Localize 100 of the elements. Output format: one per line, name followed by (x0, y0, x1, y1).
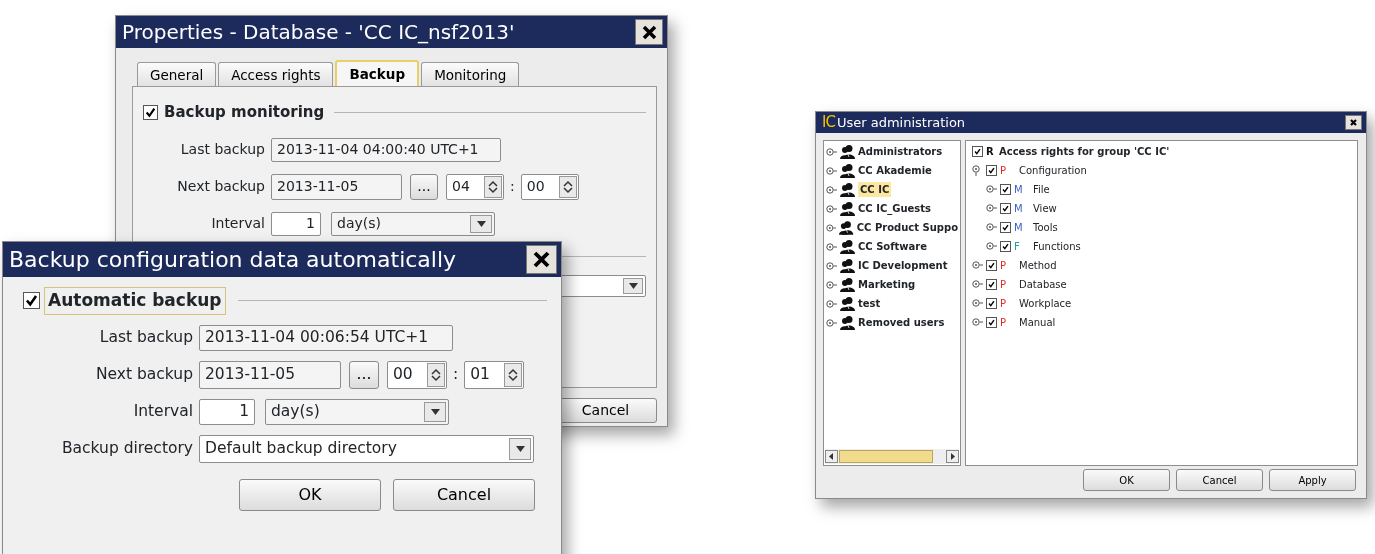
close-button[interactable] (1345, 115, 1362, 130)
people-icon (840, 201, 855, 216)
checkbox[interactable] (1000, 222, 1011, 233)
picker-button[interactable]: ... (349, 360, 379, 389)
tree-item[interactable]: Manual (1019, 315, 1056, 330)
dropdown-arrow-button[interactable] (509, 437, 531, 460)
tree-item[interactable]: Method (1019, 258, 1057, 273)
field-label: Last backup (179, 140, 265, 159)
field-label: Last backup (98, 326, 193, 348)
tree-item[interactable]: Functions (1033, 239, 1081, 254)
scroll-thumb[interactable] (839, 450, 933, 463)
time-value: 01 (470, 363, 490, 385)
checkbox[interactable] (23, 292, 40, 310)
close-icon (533, 251, 550, 268)
expander-icon (826, 260, 837, 271)
checkbox[interactable] (1000, 184, 1011, 195)
time-value: 00 (526, 177, 545, 196)
date-field[interactable]: 2013-11-05 (199, 360, 341, 389)
time-spinner[interactable]: 04 (446, 173, 504, 200)
checkbox[interactable] (986, 298, 997, 309)
dropdown-value: Default backup directory (205, 437, 397, 459)
type-letter: M (1014, 221, 1024, 235)
tree-item[interactable]: File (1033, 182, 1050, 197)
tree-item[interactable]: IC Development (858, 258, 948, 273)
type-letter: P (1000, 316, 1008, 330)
expander-icon (826, 279, 837, 290)
tree-item[interactable]: Access rights for group 'CC IC' (999, 144, 1170, 159)
close-button[interactable] (526, 245, 557, 274)
checkbox[interactable] (986, 165, 997, 176)
scrollbar[interactable] (825, 449, 959, 464)
expander-icon (826, 203, 837, 214)
checkbox[interactable] (986, 317, 997, 328)
tree-item[interactable]: Marketing (858, 277, 916, 292)
tree-item[interactable]: Removed users (858, 315, 945, 330)
text-field[interactable]: 2013-11-04 00:06:54 UTC+1 (199, 324, 453, 351)
checkbox-label[interactable]: Backup monitoring (162, 101, 331, 124)
spin-buttons[interactable] (558, 175, 577, 198)
expander-icon (826, 165, 837, 176)
time-spinner[interactable]: 00 (387, 360, 447, 389)
checkbox[interactable] (986, 279, 997, 290)
dropdown-arrow-button[interactable] (424, 401, 446, 422)
tree-item[interactable]: CC Software (858, 239, 928, 254)
expander-icon (826, 146, 837, 157)
people-icon (840, 277, 855, 292)
spin-buttons[interactable] (504, 362, 523, 387)
tree-item[interactable]: Configuration (1019, 163, 1087, 178)
number-field[interactable]: 1 (271, 211, 321, 236)
dropdown-field[interactable]: Default backup directory (199, 434, 534, 463)
tree-item[interactable]: Administrators (858, 144, 943, 159)
field-label: Next backup (94, 363, 193, 385)
tree-item[interactable]: CC IC (858, 182, 892, 197)
tree-item[interactable]: CC IC_Guests (858, 201, 931, 216)
dropdown-field[interactable]: day(s) (265, 398, 449, 425)
expander-icon (826, 222, 837, 233)
checkbox[interactable] (972, 146, 983, 157)
checkbox[interactable] (1000, 203, 1011, 214)
checkbox[interactable] (986, 260, 997, 271)
dropdown-arrow-button[interactable] (470, 214, 492, 233)
checkbox-label[interactable]: Automatic backup (44, 287, 226, 315)
checkbox[interactable] (143, 104, 158, 120)
tab[interactable]: Access rights (218, 62, 334, 86)
tab[interactable]: General (137, 62, 217, 86)
spin-buttons[interactable] (484, 175, 502, 198)
dropdown-arrow-button[interactable] (623, 277, 643, 294)
date-field[interactable]: 2013-11-05 (271, 173, 402, 200)
tree-item[interactable]: test (858, 296, 881, 311)
number-field[interactable]: 1 (199, 398, 255, 425)
dialog-button[interactable]: Cancel (1176, 469, 1263, 491)
up-down-icon (562, 179, 573, 194)
caret-icon (430, 408, 440, 415)
dialog-button[interactable]: OK (239, 478, 381, 511)
close-button[interactable] (635, 19, 663, 45)
type-letter: F (1014, 240, 1021, 254)
tab[interactable]: Monitoring (421, 62, 520, 86)
text-field[interactable]: 2013-11-04 04:00:40 UTC+1 (271, 137, 501, 162)
dialog-button[interactable]: OK (1083, 469, 1170, 491)
checkbox[interactable] (1000, 241, 1011, 252)
field-label: Backup directory (60, 437, 193, 459)
people-icon (840, 144, 855, 159)
time-spinner[interactable]: 01 (464, 360, 525, 389)
tree-item[interactable]: CC Product Suppo (856, 220, 958, 235)
picker-button[interactable]: ... (410, 173, 438, 200)
tree-item[interactable]: Workplace (1019, 296, 1072, 311)
people-icon (840, 296, 855, 311)
dialog-button[interactable]: Apply (1269, 469, 1356, 491)
time-spinner[interactable]: 00 (520, 173, 579, 200)
caret-icon (515, 445, 525, 452)
tree-item[interactable]: Tools (1033, 220, 1058, 235)
window-title: Backup configuration data automatically (9, 246, 457, 274)
expander-icon (826, 298, 837, 309)
type-letter: M (1014, 183, 1024, 197)
tab[interactable]: Backup (335, 60, 420, 86)
tree-item[interactable]: View (1033, 201, 1057, 216)
type-letter: R (986, 145, 995, 159)
tree-item[interactable]: CC Akademie (858, 163, 932, 178)
type-letter: P (1000, 278, 1008, 292)
dropdown-field[interactable]: day(s) (331, 211, 495, 236)
tree-item[interactable]: Database (1019, 277, 1067, 292)
spin-buttons[interactable] (427, 362, 445, 387)
dialog-button[interactable]: Cancel (393, 478, 535, 511)
